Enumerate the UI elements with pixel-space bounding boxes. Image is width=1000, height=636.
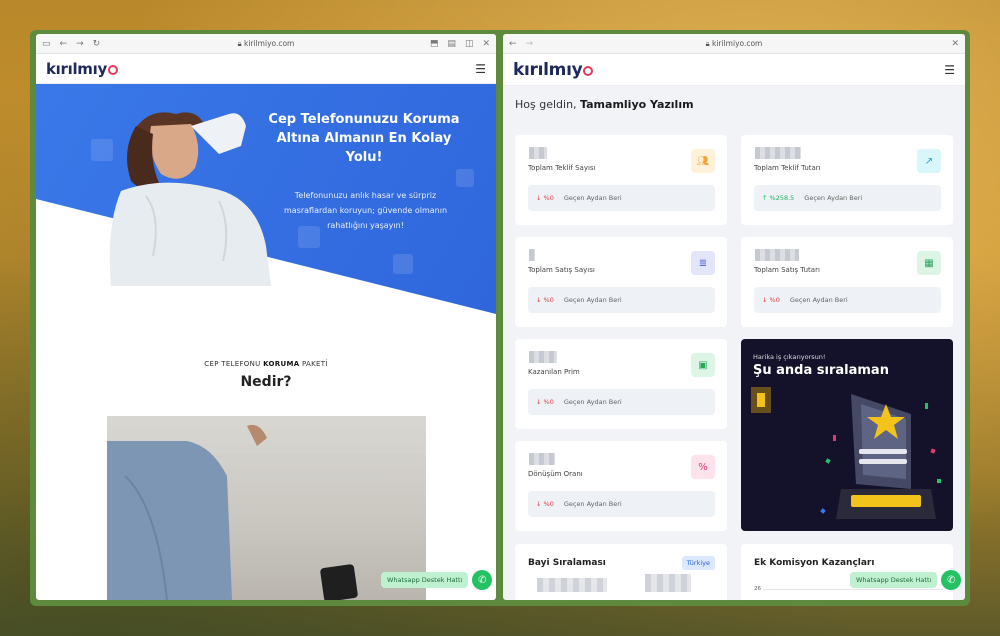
- whatsapp-support[interactable]: Whatsapp Destek Hattı ✆: [850, 570, 962, 590]
- stat-label: Kazanılan Prim: [528, 368, 580, 376]
- users-icon: 👥︎: [691, 149, 715, 173]
- lock-icon: 🔒︎: [705, 38, 710, 48]
- decor-square: [393, 254, 413, 274]
- stat-label: Toplam Teklif Tutarı: [754, 164, 821, 172]
- stat-card: Toplam Satış Sayısı ≣ ↓ %0 Geçen Aydan Beri: [515, 237, 727, 327]
- dealer-ranking-card: Bayi Sıralaması Türkiye: [515, 544, 727, 600]
- menu-icon[interactable]: ☰: [475, 62, 486, 76]
- blurred-value: [529, 147, 547, 159]
- stat-card: Kazanılan Prim ▣ ↓ %0 Geçen Aydan Beri: [515, 339, 727, 429]
- close-icon[interactable]: ✕: [951, 39, 959, 49]
- change-value: ↓ %0: [536, 296, 554, 304]
- close-icon[interactable]: ✕: [482, 39, 490, 49]
- trophy-icon: [751, 387, 941, 519]
- change-period: Geçen Aydan Beri: [789, 296, 848, 304]
- url-bar[interactable]: ← → 🔒︎ kirilmiyo.com ✕: [503, 34, 965, 54]
- site-header: kırılmıy ☰: [36, 54, 496, 84]
- logo[interactable]: kırılmıy: [513, 60, 594, 80]
- welcome-text: Hoş geldin, Tamamliyo Yazılım: [515, 98, 694, 111]
- browser-window-left: ▭ ← → ↻ 🔒︎ kirilmiyo.com ⬒ ▤ ◫ ✕ kırılmı…: [36, 34, 496, 600]
- blurred-value: [529, 453, 555, 465]
- forward-icon[interactable]: →: [526, 39, 534, 49]
- change-period: Geçen Aydan Beri: [563, 500, 622, 508]
- trend-up-icon: ↗: [917, 149, 941, 173]
- whatsapp-label[interactable]: Whatsapp Destek Hattı: [850, 572, 938, 588]
- country-filter[interactable]: Türkiye: [681, 556, 715, 570]
- blurred-value: [529, 249, 535, 261]
- stat-label: Toplam Satış Sayısı: [528, 266, 595, 274]
- blurred-content: [645, 574, 691, 592]
- person-walking-photo: [107, 416, 426, 600]
- stat-card: Toplam Teklif Sayısı 👥︎ ↓ %0 Geçen Aydan Be…: [515, 135, 727, 225]
- whatsapp-label[interactable]: Whatsapp Destek Hattı: [381, 572, 469, 588]
- lock-icon: 🔒︎: [237, 38, 242, 48]
- forward-icon[interactable]: →: [76, 39, 84, 49]
- reader-icon[interactable]: ▤: [447, 39, 456, 49]
- package-label: CEP TELEFONU KORUMA PAKETİ: [204, 360, 328, 368]
- cash-register-icon: ▦: [917, 251, 941, 275]
- url-text: kirilmiyo.com: [712, 38, 763, 48]
- coins-icon: ≣: [691, 251, 715, 275]
- back-icon[interactable]: ←: [509, 39, 517, 49]
- whatsapp-icon[interactable]: ✆: [941, 570, 962, 590]
- percent-icon: %: [691, 455, 715, 479]
- money-icon: ▣: [691, 353, 715, 377]
- url-bar[interactable]: ▭ ← → ↻ 🔒︎ kirilmiyo.com ⬒ ▤ ◫ ✕: [36, 34, 496, 54]
- woman-image: [109, 112, 271, 286]
- url-text: kirilmiyo.com: [244, 38, 295, 48]
- change-value: ↓ %0: [762, 296, 780, 304]
- tabs-icon[interactable]: ◫: [465, 39, 474, 49]
- stat-label: Toplam Satış Tutarı: [754, 266, 820, 274]
- section-title: Nedir?: [240, 374, 292, 390]
- stat-label: Dönüşüm Oranı: [528, 470, 583, 478]
- share-icon[interactable]: ⬒: [430, 39, 439, 49]
- back-icon[interactable]: ←: [60, 39, 68, 49]
- stat-change: ↓ %0 Geçen Aydan Beri: [754, 287, 941, 313]
- dealer-ranking-title: Bayi Sıralaması: [528, 558, 606, 568]
- stat-change: ↓ %0 Geçen Aydan Beri: [528, 185, 715, 211]
- change-period: Geçen Aydan Beri: [563, 398, 622, 406]
- whatsapp-icon[interactable]: ✆: [472, 570, 493, 590]
- stat-card: Toplam Teklif Tutarı ↗ ↑ %258.5 Geçen Aydan…: [741, 135, 953, 225]
- hero-section: Cep Telefonunuzu Koruma Altına Almanın E…: [36, 84, 496, 314]
- reload-icon[interactable]: ↻: [93, 39, 101, 49]
- change-period: Geçen Aydan Beri: [563, 194, 622, 202]
- sidebar-icon[interactable]: ▭: [42, 39, 51, 49]
- change-value: ↓ %0: [536, 194, 554, 202]
- change-value: ↑ %258.5: [762, 194, 795, 202]
- whatsapp-support[interactable]: Whatsapp Destek Hattı ✆: [381, 570, 493, 590]
- site-header: kırılmıy ☰: [503, 54, 965, 86]
- stat-change: ↑ %258.5 Geçen Aydan Beri: [754, 185, 941, 211]
- browser-window-right: ← → 🔒︎ kirilmiyo.com ✕ kırılmıy ☰ Hoş ge…: [503, 34, 965, 600]
- chart-axis-label: 26: [754, 586, 761, 592]
- change-period: Geçen Aydan Beri: [804, 194, 863, 202]
- ranking-card[interactable]: Harika iş çıkarıyorsun! Şu anda sıralama…: [741, 339, 953, 531]
- hero-title: Cep Telefonunuzu Koruma Altına Almanın E…: [268, 112, 460, 165]
- stat-change: ↓ %0 Geçen Aydan Beri: [528, 287, 715, 313]
- stat-change: ↓ %0 Geçen Aydan Beri: [528, 491, 715, 517]
- hero-subtitle: Telefonunuzu anlık hasar ve sürpriz masr…: [283, 191, 448, 230]
- change-period: Geçen Aydan Beri: [563, 296, 622, 304]
- change-value: ↓ %0: [536, 398, 554, 406]
- logo[interactable]: kırılmıy: [46, 60, 118, 78]
- blurred-value: [755, 249, 799, 261]
- stat-change: ↓ %0 Geçen Aydan Beri: [528, 389, 715, 415]
- blurred-value: [529, 351, 557, 363]
- stat-card: Dönüşüm Oranı% ↓ %0 Geçen Aydan Beri: [515, 441, 727, 531]
- commission-title: Ek Komisyon Kazançları: [754, 558, 875, 568]
- menu-icon[interactable]: ☰: [944, 63, 955, 77]
- stat-card: Toplam Satış Tutarı ▦ ↓ %0 Geçen Aydan Beri: [741, 237, 953, 327]
- stat-label: Toplam Teklif Sayısı: [528, 164, 596, 172]
- blurred-value: [755, 147, 801, 159]
- blurred-content: [537, 578, 607, 592]
- change-value: ↓ %0: [536, 500, 554, 508]
- decor-square: [456, 169, 474, 187]
